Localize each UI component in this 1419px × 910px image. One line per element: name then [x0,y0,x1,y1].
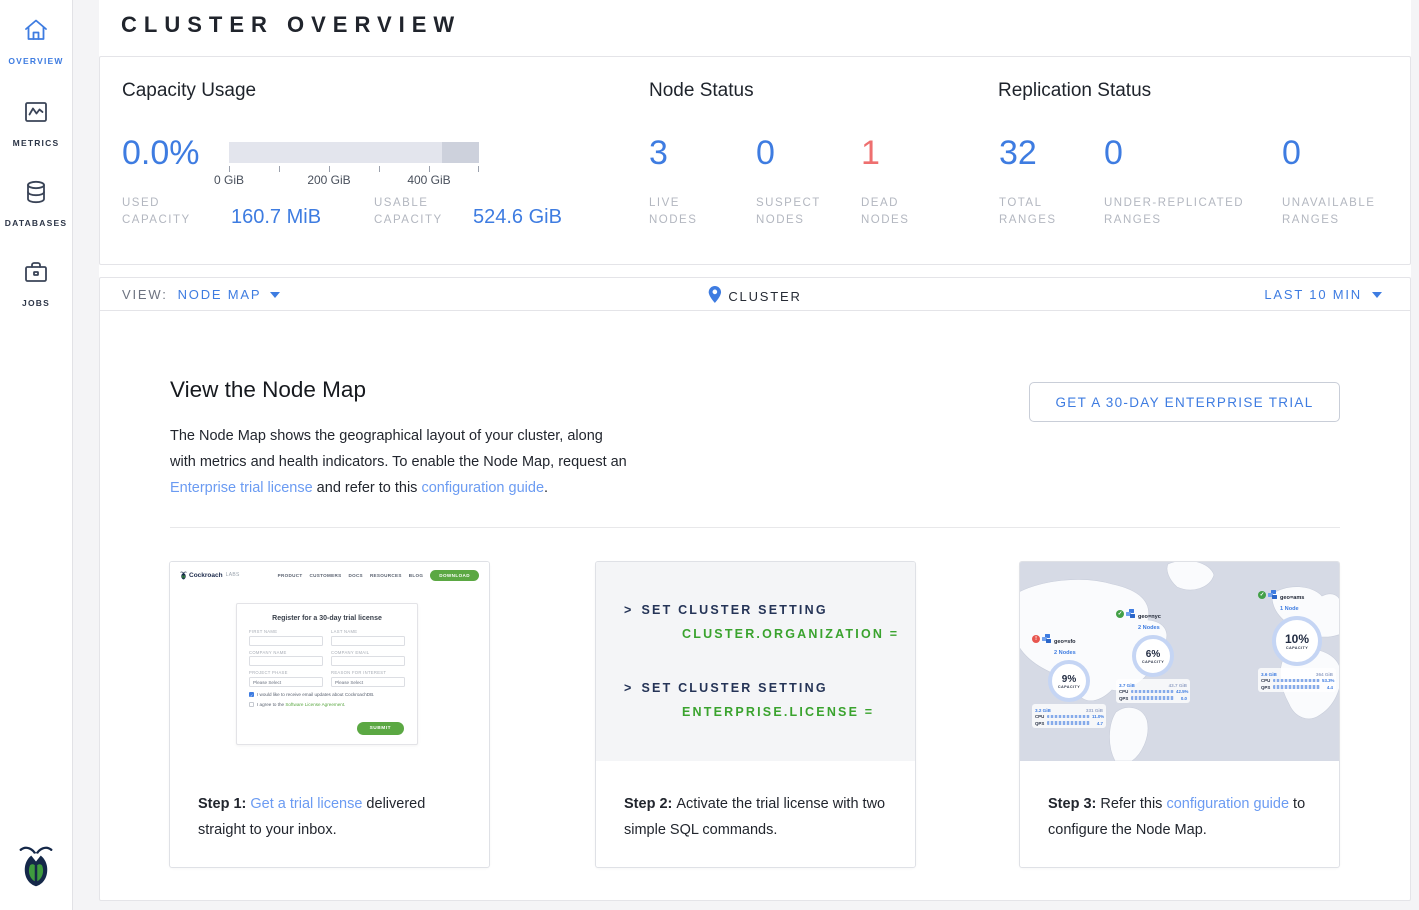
form-title: Register for a 30-day trial license [237,615,417,622]
registration-site-thumbnail: CockroachLABS PRODUCTCUSTOMERSDOCSRESOUR… [170,562,489,781]
briefcase-icon [22,258,50,291]
mini-select: Please Select [249,677,323,687]
live-nodes-label: LIVENODES [649,195,697,229]
mini-select: Please Select [331,677,405,687]
step3-card: ! geo=sfo2 Nodes 9%CAPACITY 3.2 GiB331 G… [1019,561,1340,868]
get-trial-license-link[interactable]: Get a trial license [250,796,362,812]
error-badge-icon: ! [1032,635,1040,643]
used-capacity-label: USED CAPACITY [122,195,191,229]
used-capacity-value: 160.7 MiB [231,206,321,229]
capacity-gauge-tick-labels: 0 GiB 200 GiB 400 GiB [229,173,479,187]
sql-code-snippet: >SET CLUSTER SETTING CLUSTER.ORGANIZATIO… [596,562,915,761]
trial-registration-form: Register for a 30-day trial license FIRS… [236,603,418,745]
chevron-down-icon [1372,292,1382,298]
replication-status-heading: Replication Status [998,80,1151,102]
view-bar: VIEW: NODE MAP CLUSTER LAST 10 MIN [100,278,1410,311]
mini-input [249,656,323,666]
step1-caption: Step 1: Get a trial license delivered st… [198,791,465,843]
sidebar-item-label: METRICS [13,138,60,148]
node-cube-icon [1126,609,1136,619]
sidebar-item-label: JOBS [22,298,50,308]
node-map-preview-image: ! geo=sfo2 Nodes 9%CAPACITY 3.2 GiB331 G… [1020,562,1339,761]
step2-caption: Step 2: Activate the trial license with … [624,791,891,843]
node-cube-icon [1042,634,1052,644]
capacity-used-percent: 0.0% [122,134,200,173]
step2-card: >SET CLUSTER SETTING CLUSTER.ORGANIZATIO… [595,561,916,868]
checkbox-checked-icon: ✓ [249,692,254,697]
view-selector-dropdown[interactable]: NODE MAP [178,287,281,302]
map-pin-icon [708,286,721,306]
configuration-guide-link[interactable]: configuration guide [1166,796,1289,812]
ok-badge-icon: ✓ [1116,610,1124,618]
configuration-guide-link[interactable]: configuration guide [421,480,544,496]
mini-site-nav: PRODUCTCUSTOMERSDOCSRESOURCESBLOG [278,573,424,578]
map-cluster-sfo: ! geo=sfo2 Nodes 9%CAPACITY 3.2 GiB331 G… [1032,634,1106,728]
breadcrumb-cluster: CLUSTER [708,286,801,306]
checkbox-unchecked-icon [249,702,254,707]
section-divider [170,527,1340,528]
main-content: CLUSTER OVERVIEW Capacity Usage 0.0% 0 G… [99,0,1411,900]
cockroach-labs-mini-logo: CockroachLABS [180,571,240,580]
cockroachdb-logo [18,843,54,894]
sidebar-item-overview[interactable]: OVERVIEW [0,16,72,66]
enterprise-trial-button[interactable]: GET A 30-DAY ENTERPRISE TRIAL [1029,382,1340,422]
sidebar-item-jobs[interactable]: JOBS [0,258,72,308]
map-cluster-nyc: ✓ geo=nyc2 Nodes 6%CAPACITY 3.7 GiB43.7 … [1116,609,1190,703]
mini-checkbox-email-updates: ✓ I would like to receive email updates … [249,692,405,697]
suspect-nodes-count: 0 [756,134,775,173]
mini-checkbox-license-agreement: I agree to the Software License Agreemen… [249,702,405,707]
total-ranges-count: 32 [999,134,1037,173]
mini-submit-button: SUBMIT [357,722,404,735]
step1-card: CockroachLABS PRODUCTCUSTOMERSDOCSRESOUR… [169,561,490,868]
node-map-heading: View the Node Map [170,377,366,403]
capacity-usage-heading: Capacity Usage [122,80,256,102]
enterprise-trial-license-link[interactable]: Enterprise trial license [170,480,313,496]
mini-input [331,636,405,646]
unavailable-ranges-count: 0 [1282,134,1301,173]
view-label: VIEW: [122,287,168,302]
usable-capacity-value: 524.6 GiB [473,206,562,229]
sidebar: OVERVIEW METRICS DATABASES [0,0,73,910]
total-ranges-label: TOTALRANGES [999,195,1057,229]
unavailable-ranges-label: UNAVAILABLERANGES [1282,195,1375,229]
sidebar-item-databases[interactable]: DATABASES [0,178,72,228]
time-range-dropdown[interactable]: LAST 10 MIN [1264,287,1382,302]
dead-nodes-count: 1 [861,134,880,173]
sidebar-item-label: DATABASES [5,218,67,228]
mini-input [249,636,323,646]
node-status-heading: Node Status [649,80,754,102]
live-nodes-count: 3 [649,134,668,173]
chevron-down-icon [270,292,280,298]
under-replicated-ranges-label: UNDER-REPLICATEDRANGES [1104,195,1244,229]
under-replicated-ranges-count: 0 [1104,134,1123,173]
ok-badge-icon: ✓ [1258,591,1266,599]
page-title: CLUSTER OVERVIEW [121,12,461,38]
node-cube-icon [1268,590,1278,600]
capacity-gauge-overflow-segment [442,142,479,163]
mini-input [331,656,405,666]
suspect-nodes-label: SUSPECTNODES [756,195,821,229]
node-map-description: The Node Map shows the geographical layo… [170,423,632,501]
capacity-gauge [229,142,479,163]
node-map-panel: VIEW: NODE MAP CLUSTER LAST 10 MIN [99,277,1411,901]
step3-caption: Step 3: Refer this configuration guide t… [1048,791,1315,843]
node-map-body: View the Node Map The Node Map shows the… [100,311,1410,900]
capacity-gauge-ticks [229,166,479,172]
dead-nodes-label: DEADNODES [861,195,909,229]
sidebar-item-metrics[interactable]: METRICS [0,98,72,148]
usable-capacity-label: USABLE CAPACITY [374,195,443,229]
cluster-summary-panel: Capacity Usage 0.0% 0 GiB 200 GiB 400 Gi… [99,56,1411,265]
databases-icon [22,178,50,211]
metrics-icon [22,98,50,131]
mini-download-button: DOWNLOAD [430,570,479,581]
map-cluster-ams: ✓ geo=ams1 Node 10%CAPACITY 3.6 GiB364 G… [1258,590,1336,692]
home-icon [22,16,50,49]
sidebar-item-label: OVERVIEW [8,56,63,66]
